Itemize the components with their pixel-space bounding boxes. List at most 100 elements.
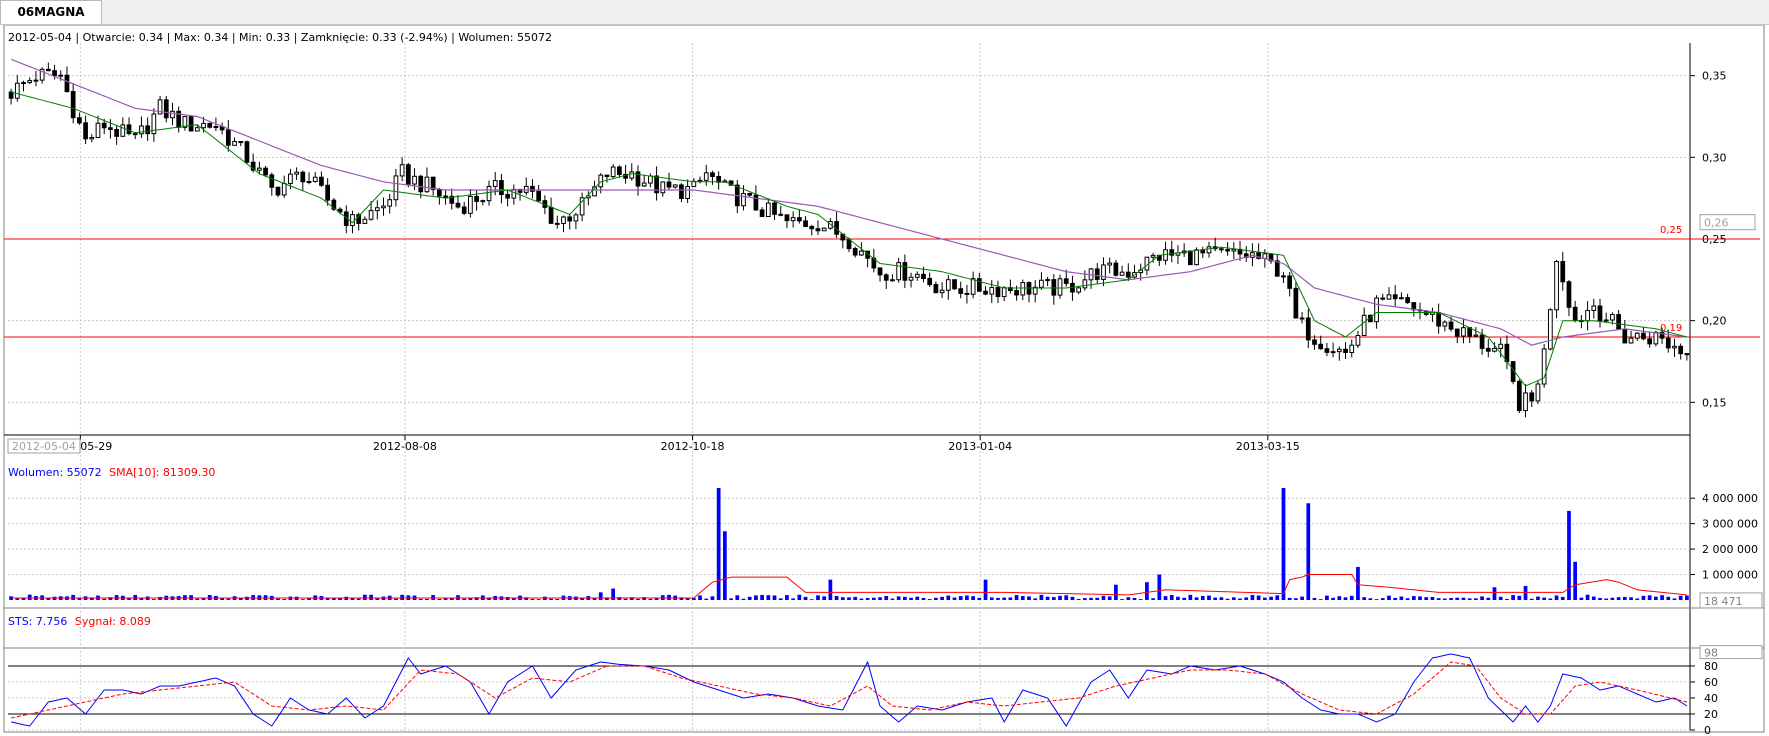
volume-bar bbox=[1573, 561, 1578, 600]
volume-bar bbox=[934, 597, 938, 600]
volume-bar bbox=[1064, 595, 1069, 600]
volume-bar bbox=[828, 579, 833, 600]
candle-body bbox=[616, 166, 622, 175]
candle-body bbox=[499, 180, 504, 196]
volume-bar bbox=[1176, 596, 1180, 600]
candle-body bbox=[536, 190, 542, 202]
candle-body bbox=[1610, 314, 1615, 321]
volume-bar bbox=[369, 594, 373, 600]
candle-body bbox=[523, 185, 529, 193]
candle-body bbox=[455, 202, 461, 208]
candle-body bbox=[939, 289, 945, 294]
volume-bar bbox=[21, 598, 26, 600]
volume-bar bbox=[1374, 599, 1379, 600]
volume-bar bbox=[1020, 596, 1025, 600]
volume-bar bbox=[530, 598, 535, 600]
volume-bar bbox=[1430, 596, 1435, 600]
candle-body bbox=[908, 276, 914, 281]
stock-chart[interactable]: 2012-05-292012-08-082012-10-182013-01-04… bbox=[0, 25, 1769, 736]
volume-bar bbox=[1467, 598, 1472, 600]
volume-bar bbox=[1647, 595, 1652, 600]
candle-body bbox=[238, 141, 244, 144]
candle-body bbox=[989, 287, 995, 295]
candle-body bbox=[1647, 338, 1653, 345]
candle-body bbox=[1318, 343, 1324, 350]
volume-bar bbox=[1548, 598, 1553, 600]
volume-tick-label: 2 000 000 bbox=[1702, 543, 1758, 556]
candle-body bbox=[381, 205, 386, 209]
volume-bar bbox=[1536, 596, 1540, 600]
candle-body bbox=[1063, 278, 1069, 284]
candle-body bbox=[1597, 305, 1603, 322]
volume-bar bbox=[952, 597, 957, 600]
candle-body bbox=[312, 176, 318, 183]
candle-body bbox=[976, 278, 982, 292]
candle-body bbox=[1585, 309, 1590, 322]
volume-bar bbox=[139, 598, 144, 600]
candle-body bbox=[1498, 343, 1504, 349]
volume-bar bbox=[890, 598, 895, 600]
candle-body bbox=[1200, 249, 1206, 254]
volume-bar bbox=[816, 595, 820, 600]
candle-body bbox=[393, 175, 399, 201]
volume-bar bbox=[1033, 598, 1038, 600]
volume-bar bbox=[1629, 597, 1633, 600]
volume-bar bbox=[1138, 599, 1143, 600]
volume-bar bbox=[983, 579, 988, 600]
candle-body bbox=[859, 250, 864, 256]
volume-bar bbox=[1238, 598, 1242, 600]
candle-body bbox=[877, 267, 883, 276]
tab-bar: 06MAGNA bbox=[0, 0, 1769, 25]
volume-sma-line bbox=[11, 574, 1687, 599]
volume-bar bbox=[1169, 594, 1174, 600]
volume-bar bbox=[1225, 598, 1230, 600]
candle-body bbox=[350, 214, 355, 227]
candle-body bbox=[672, 184, 678, 188]
candle-body bbox=[120, 124, 126, 137]
volume-bar bbox=[598, 592, 603, 600]
candle-body bbox=[1051, 279, 1057, 296]
volume-bar bbox=[1325, 595, 1329, 600]
volume-bar bbox=[735, 595, 740, 600]
volume-bar bbox=[1567, 510, 1571, 600]
candle-body bbox=[288, 173, 293, 185]
candle-body bbox=[70, 91, 76, 119]
volume-bar bbox=[878, 597, 882, 600]
candle-body bbox=[1399, 297, 1404, 300]
volume-bar bbox=[1145, 582, 1149, 600]
candle-body bbox=[1516, 380, 1522, 412]
volume-bar bbox=[1505, 598, 1509, 600]
volume-bar bbox=[865, 597, 870, 600]
candle-body bbox=[1274, 260, 1280, 277]
candle-body bbox=[803, 220, 808, 227]
volume-bar bbox=[1387, 595, 1391, 600]
volume-bar bbox=[803, 596, 808, 600]
y-tick-label: 0,35 bbox=[1702, 70, 1727, 83]
volume-bar bbox=[766, 595, 771, 600]
volume-bar bbox=[871, 597, 876, 600]
candle-body bbox=[27, 80, 33, 84]
volume-bar bbox=[1107, 596, 1112, 600]
volume-bar bbox=[1436, 598, 1441, 600]
volume-bar bbox=[1343, 597, 1348, 600]
volume-bar bbox=[809, 599, 814, 600]
candle-body bbox=[958, 288, 964, 294]
candle-body bbox=[1119, 271, 1125, 276]
volume-tick-label: 4 000 000 bbox=[1702, 492, 1758, 505]
candle-body bbox=[1380, 297, 1386, 300]
candle-body bbox=[697, 179, 703, 182]
tab-06magna[interactable]: 06MAGNA bbox=[0, 0, 102, 24]
x-tick-label: 2013-03-15 bbox=[1236, 440, 1300, 453]
candle-body bbox=[1547, 309, 1553, 350]
candle-body bbox=[505, 194, 510, 199]
candle-body bbox=[1281, 275, 1286, 278]
volume-bar bbox=[338, 598, 342, 600]
volume-bar bbox=[1368, 598, 1373, 600]
candle-body bbox=[995, 287, 1001, 298]
y-tick-label: 0,20 bbox=[1702, 315, 1727, 328]
volume-bar bbox=[1269, 596, 1273, 600]
volume-bar bbox=[1213, 597, 1218, 600]
candle-body bbox=[1448, 321, 1454, 330]
candle-body bbox=[772, 202, 777, 215]
volume-bar bbox=[356, 598, 361, 600]
